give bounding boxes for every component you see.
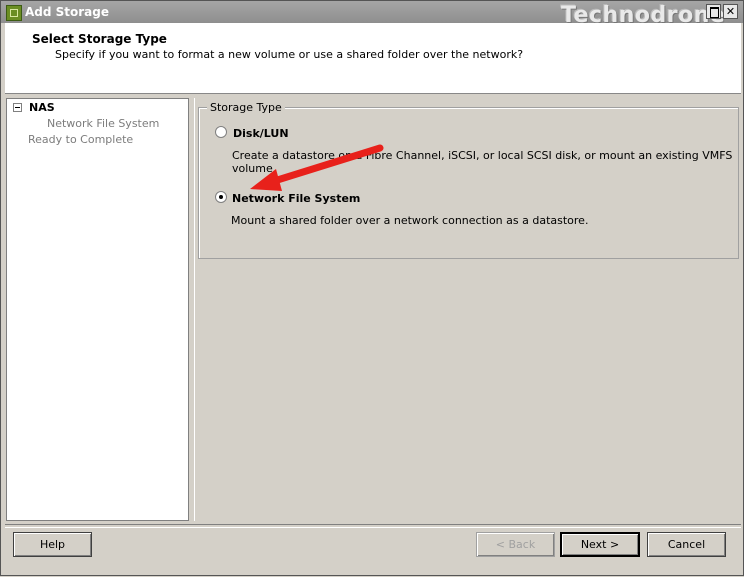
- nfs-radio[interactable]: [215, 191, 227, 203]
- vsphere-app-icon: [6, 5, 22, 21]
- nfs-description: Mount a shared folder over a network con…: [231, 214, 589, 227]
- storage-type-legend: Storage Type: [207, 101, 285, 114]
- add-storage-window: Add Storage Technodrone ✕ Select Storage…: [0, 0, 744, 576]
- wizard-steps-panel: NAS Network File System Ready to Complet…: [6, 98, 189, 521]
- wizard-header: Select Storage Type Specify if you want …: [5, 23, 741, 94]
- disk-lun-description: Create a datastore on a Fibre Channel, i…: [232, 149, 733, 175]
- collapse-icon[interactable]: [13, 103, 22, 112]
- wizard-content: Storage Type Disk/LUN Create a datastore…: [194, 98, 742, 521]
- next-button[interactable]: Next >: [560, 532, 640, 557]
- close-button[interactable]: ✕: [723, 4, 738, 19]
- nav-item-network-file-system[interactable]: Network File System: [47, 117, 159, 130]
- footer-divider: [5, 524, 741, 528]
- nav-item-ready-to-complete[interactable]: Ready to Complete: [28, 133, 133, 146]
- title-bar[interactable]: Add Storage Technodrone ✕: [1, 1, 743, 28]
- cancel-button[interactable]: Cancel: [647, 532, 726, 557]
- storage-type-group: Storage Type Disk/LUN Create a datastore…: [198, 101, 739, 259]
- disk-lun-label[interactable]: Disk/LUN: [233, 127, 289, 140]
- maximize-button[interactable]: [706, 4, 721, 19]
- disk-lun-radio[interactable]: [215, 126, 227, 138]
- page-subtitle: Specify if you want to format a new volu…: [55, 48, 524, 61]
- window-title: Add Storage: [25, 5, 110, 19]
- back-button[interactable]: < Back: [476, 532, 555, 557]
- page-title: Select Storage Type: [32, 32, 167, 46]
- help-button[interactable]: Help: [13, 532, 92, 557]
- nfs-label[interactable]: Network File System: [232, 192, 360, 205]
- nav-item-nas[interactable]: NAS: [29, 101, 55, 114]
